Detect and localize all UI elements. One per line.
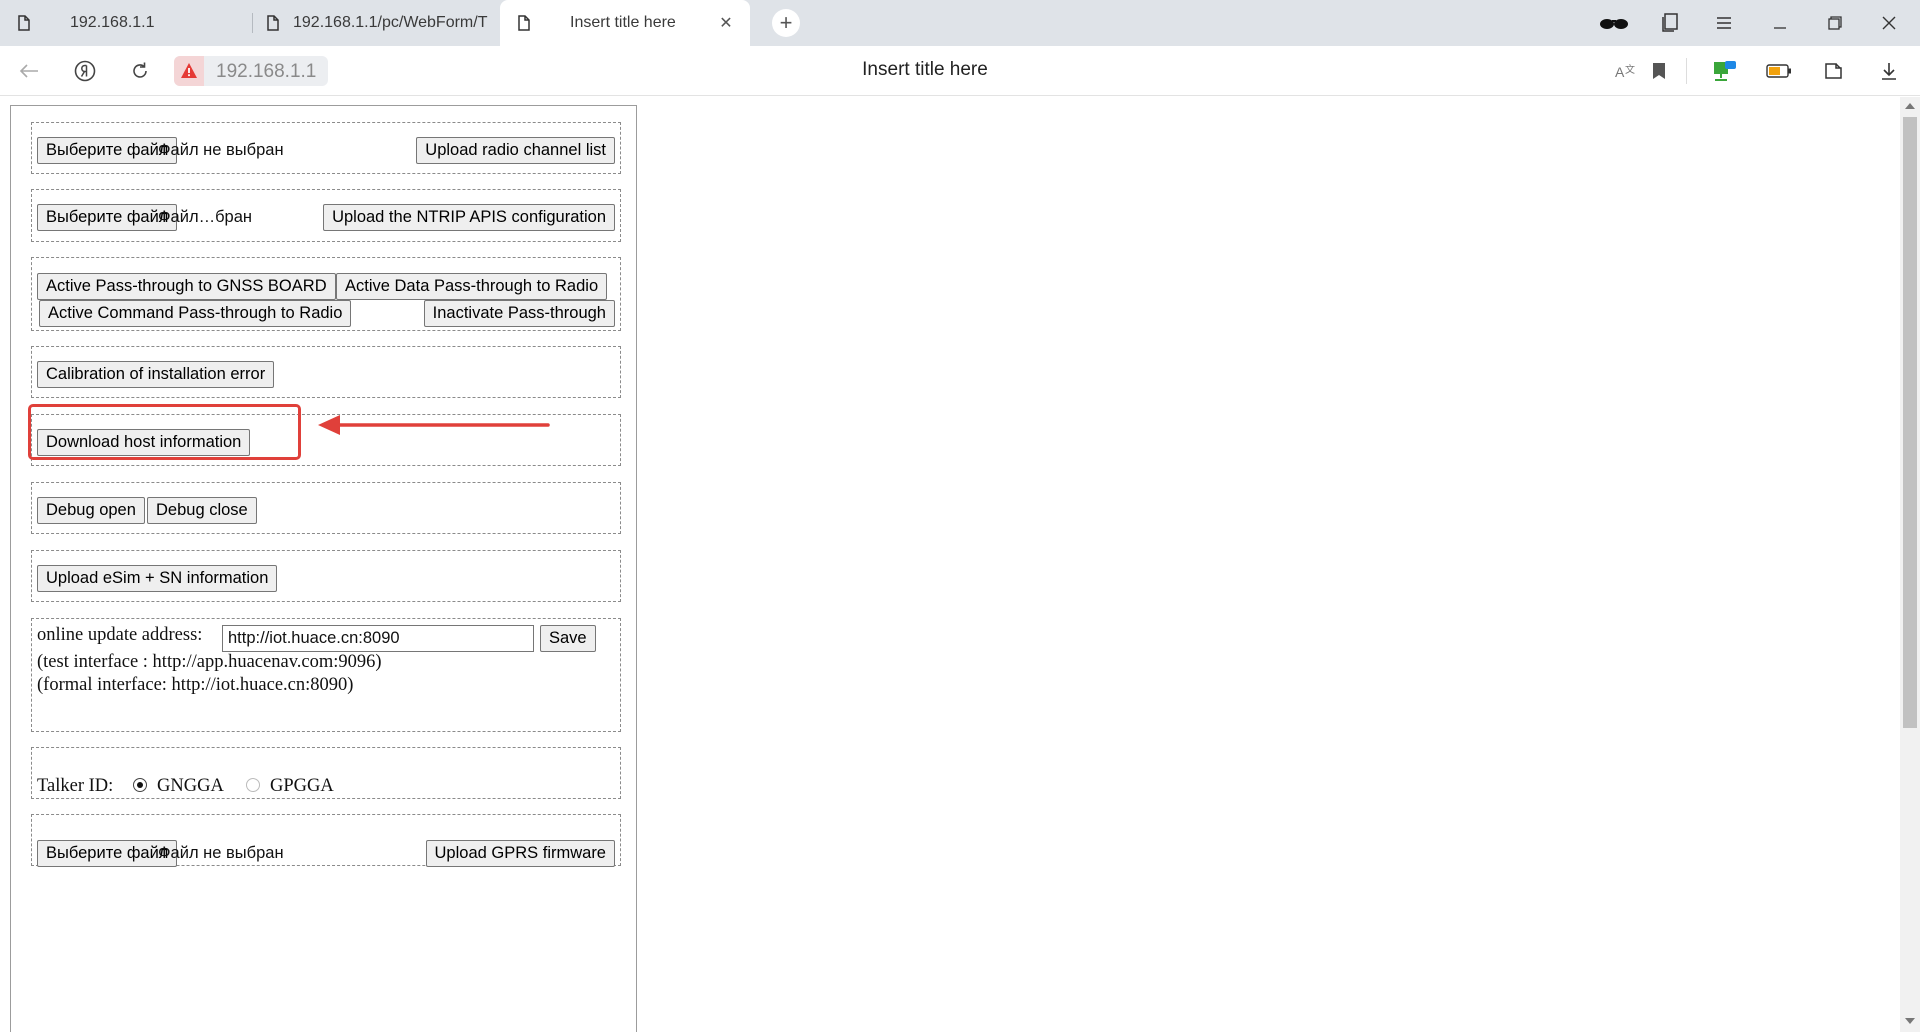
divider <box>1686 58 1687 84</box>
close-icon[interactable]: ✕ <box>716 13 736 33</box>
restore-icon[interactable] <box>1808 0 1862 46</box>
minimize-icon[interactable] <box>1753 0 1807 46</box>
choose-file-button[interactable]: Выберите файл <box>37 204 178 231</box>
tab-title: 192.168.1.1/pc/WebForm/T <box>293 14 488 31</box>
online-update-section: online update address: http://iot.huace.… <box>31 618 621 732</box>
tab-2[interactable]: 192.168.1.1/pc/WebForm/T <box>253 0 499 46</box>
document-icon <box>518 15 530 31</box>
new-tab-button[interactable]: + <box>772 9 800 37</box>
highlight-box <box>28 404 301 460</box>
online-update-address-input[interactable]: http://iot.huace.cn:8090 <box>222 625 534 652</box>
formal-interface-note: (formal interface: http://iot.huace.cn:8… <box>37 675 354 695</box>
extension-icon[interactable] <box>1821 58 1847 84</box>
debug-section: Debug open Debug close <box>31 482 621 534</box>
talker-id-section: Talker ID: GNGGA GPGGA <box>31 747 621 799</box>
network-monitor-icon[interactable] <box>1712 58 1738 84</box>
debug-close-button[interactable]: Debug close <box>147 497 257 524</box>
ntrip-section: Выберите файл Файл…бран Upload the NTRIP… <box>31 189 621 242</box>
battery-icon[interactable] <box>1766 58 1792 84</box>
vertical-scrollbar[interactable] <box>1900 97 1920 1032</box>
bookmark-icon[interactable] <box>1646 58 1672 84</box>
passthrough-section: Active Pass-through to GNSS BOARD Active… <box>31 257 621 331</box>
gnss-passthrough-button[interactable]: Active Pass-through to GNSS BOARD <box>37 273 336 300</box>
choose-file-button[interactable]: Выберите файл <box>37 840 178 867</box>
scroll-down-icon[interactable] <box>1905 1018 1915 1024</box>
upload-ntrip-button[interactable]: Upload the NTRIP APIS configuration <box>323 204 615 231</box>
svg-text:A: A <box>1615 64 1625 80</box>
page-title: Insert title here <box>862 59 988 80</box>
debug-open-button[interactable]: Debug open <box>37 497 145 524</box>
tab-title: 192.168.1.1 <box>70 14 155 31</box>
data-radio-passthrough-button[interactable]: Active Data Pass-through to Radio <box>336 273 608 300</box>
esim-section: Upload eSim + SN information <box>31 550 621 602</box>
radio-channel-section: Выберите файл Файл не выбран Upload radi… <box>31 122 621 174</box>
talker-id-label: Talker ID: <box>37 776 114 796</box>
tab-title: Insert title here <box>570 14 676 31</box>
inactivate-passthrough-button[interactable]: Inactivate Pass-through <box>423 300 615 327</box>
main-container: Выберите файл Файл не выбран Upload radi… <box>10 105 637 1032</box>
gprs-section: Выберите файл Файл не выбран Upload GPRS… <box>31 814 621 867</box>
document-icon <box>18 15 30 31</box>
upload-radio-channel-button[interactable]: Upload radio channel list <box>416 137 615 164</box>
download-icon[interactable] <box>1876 58 1902 84</box>
choose-file-button[interactable]: Выберите файл <box>37 137 178 164</box>
glasses-icon[interactable] <box>1587 0 1641 46</box>
tab-bar: 192.168.1.1 192.168.1.1/pc/WebForm/T Ins… <box>0 0 1920 46</box>
gpgga-label: GPGGA <box>270 776 334 796</box>
online-update-label: online update address: <box>37 625 203 645</box>
annotation-arrow <box>318 415 550 435</box>
close-window-icon[interactable] <box>1862 0 1916 46</box>
upload-gprs-button[interactable]: Upload GPRS firmware <box>425 840 615 867</box>
collections-icon[interactable] <box>1643 0 1697 46</box>
menu-icon[interactable] <box>1697 0 1751 46</box>
scrollbar-thumb[interactable] <box>1903 117 1917 728</box>
calibration-button[interactable]: Calibration of installation error <box>37 361 275 388</box>
gpgga-radio[interactable] <box>246 778 260 792</box>
translate-icon[interactable]: A文 <box>1612 58 1638 84</box>
document-icon <box>267 15 279 31</box>
gngga-radio[interactable] <box>133 778 147 792</box>
file-status-label: Файл…бран <box>158 208 252 226</box>
tab-3-active[interactable]: Insert title here ✕ <box>500 0 750 46</box>
calibration-section: Calibration of installation error <box>31 346 621 398</box>
test-interface-note: (test interface : http://app.huacenav.co… <box>37 652 382 672</box>
svg-text:文: 文 <box>1625 63 1635 76</box>
page-viewport: Выберите файл Файл не выбран Upload radi… <box>0 97 1900 1032</box>
address-bar: 192.168.1.1 Insert title here A文 <box>0 46 1920 96</box>
file-status-label: Файл не выбран <box>158 844 284 862</box>
scroll-up-icon[interactable] <box>1905 103 1915 109</box>
file-status-label: Файл не выбран <box>158 141 284 159</box>
gngga-label: GNGGA <box>157 776 224 796</box>
upload-esim-button[interactable]: Upload eSim + SN information <box>37 565 278 592</box>
tab-1[interactable]: 192.168.1.1 <box>0 0 252 46</box>
save-button[interactable]: Save <box>540 625 596 652</box>
command-radio-passthrough-button[interactable]: Active Command Pass-through to Radio <box>39 300 352 327</box>
plus-icon: + <box>779 10 793 35</box>
